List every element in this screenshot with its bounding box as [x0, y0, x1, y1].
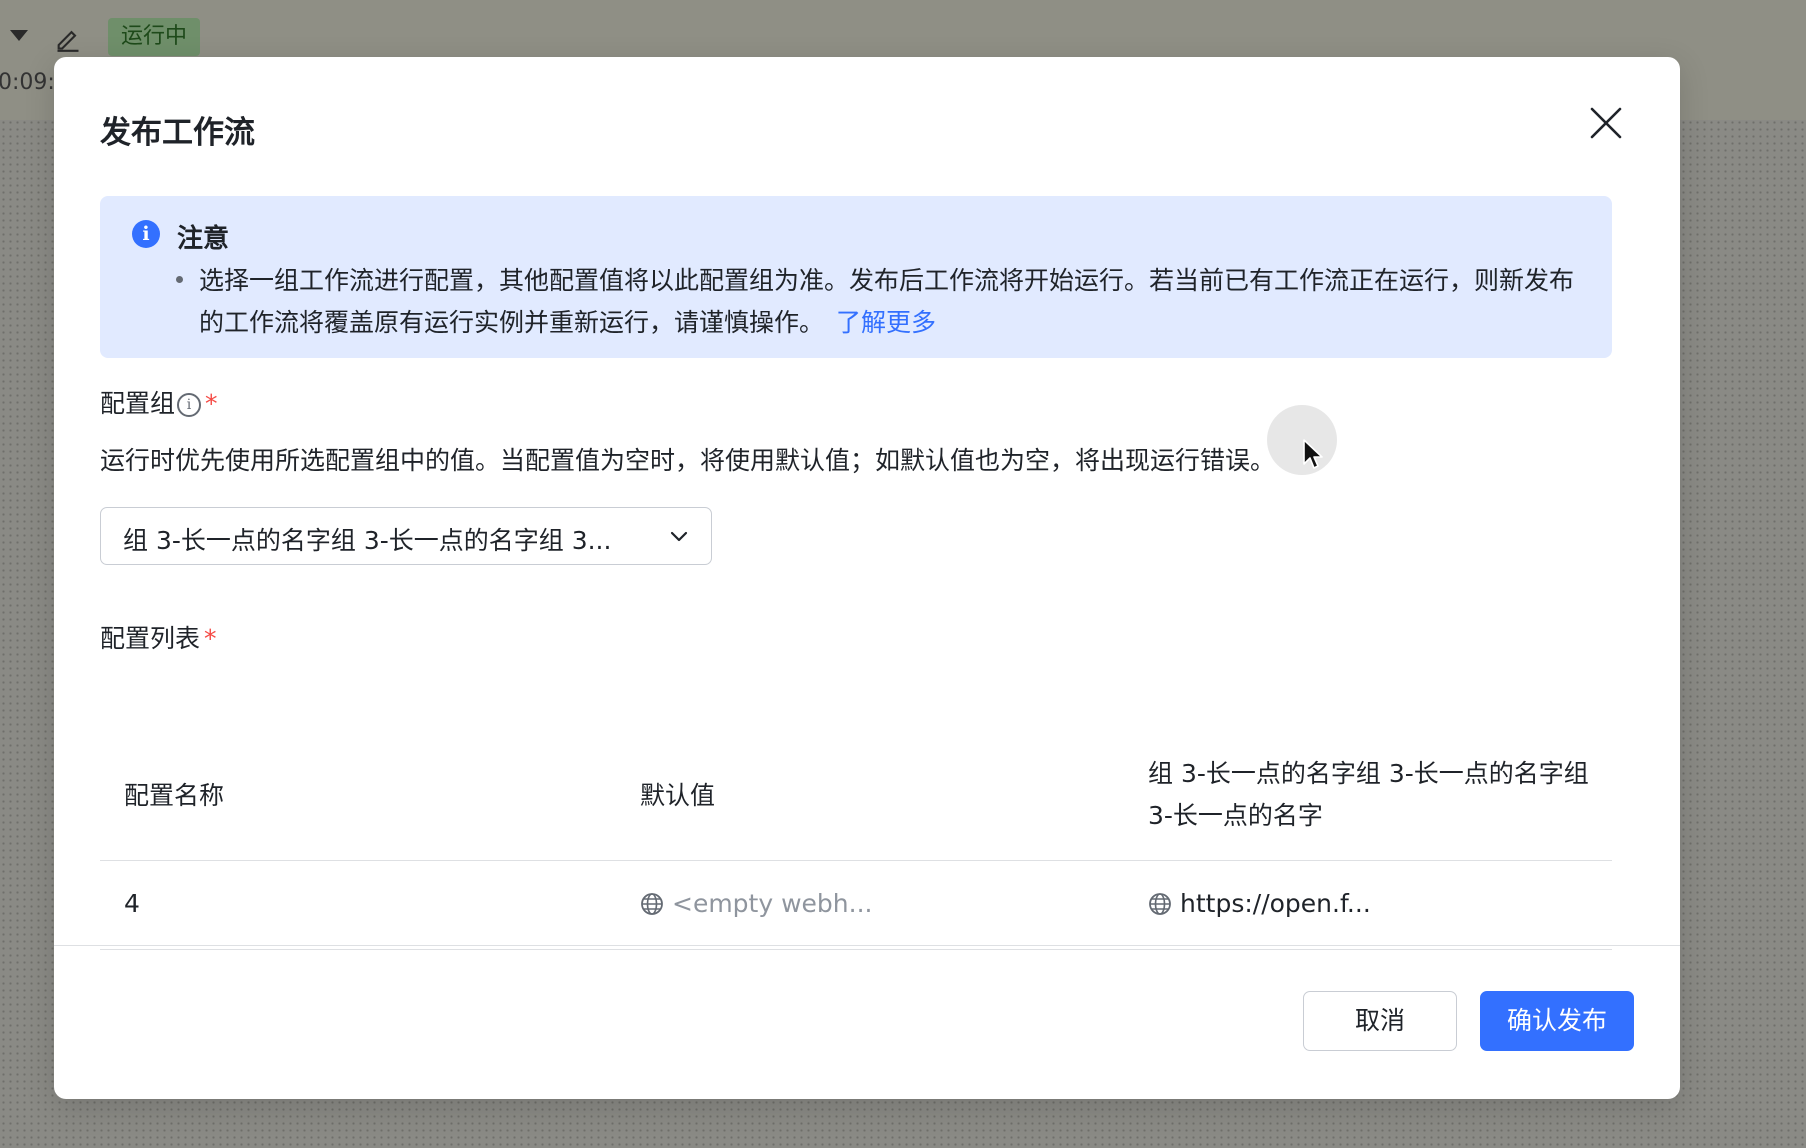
config-group-label-text: 配置组: [100, 389, 176, 418]
config-group-description: 运行时优先使用所选配置组中的值。当配置值为空时，将使用默认值；如默认值也为空，将…: [100, 446, 1276, 475]
notice-banner: i 注意 选择一组工作流进行配置，其他配置值将以此配置组为准。发布后工作流将开始…: [100, 196, 1612, 358]
column-header-group: 组 3-长一点的名字组 3-长一点的名字组 3-长一点的名字: [1148, 759, 1589, 830]
required-mark: *: [204, 624, 217, 653]
notice-title: 注意: [177, 224, 230, 254]
info-icon: i: [132, 220, 160, 248]
confirm-publish-button[interactable]: 确认发布: [1480, 991, 1634, 1051]
caret-down-icon: [10, 30, 28, 41]
cell-default-value[interactable]: <empty webh...: [640, 883, 872, 925]
selected-config-group: 组 3-长一点的名字组 3-长一点的名字组 3...: [123, 526, 612, 555]
globe-icon: [641, 893, 663, 915]
notice-text: 选择一组工作流进行配置，其他配置值将以此配置组为准。发布后工作流将开始运行。若当…: [199, 260, 1589, 344]
config-list-label: 配置列表 *: [100, 619, 217, 655]
learn-more-link[interactable]: 了解更多: [836, 308, 936, 337]
time-text: 0:09:: [0, 70, 55, 95]
config-group-select[interactable]: 组 3-长一点的名字组 3-长一点的名字组 3...: [100, 507, 712, 565]
publish-workflow-dialog: 发布工作流 i 注意 选择一组工作流进行配置，其他配置值将以此配置组为准。发布后…: [54, 57, 1680, 1099]
footer-divider: [54, 945, 1680, 946]
globe-icon: [1149, 893, 1171, 915]
cancel-button[interactable]: 取消: [1303, 991, 1457, 1051]
bullet-dot: [176, 276, 183, 283]
mouse-cursor-icon: [1303, 439, 1323, 469]
group-value-text: https://open.f...: [1180, 889, 1371, 918]
default-value-text: <empty webh...: [672, 889, 873, 918]
close-icon[interactable]: [1588, 105, 1624, 141]
config-table: 配置名称 默认值 组 3-长一点的名字组 3-长一点的名字组 3-长一点的名字 …: [100, 733, 1612, 950]
config-group-label: 配置组 i *: [100, 384, 218, 420]
required-mark: *: [205, 389, 218, 418]
dialog-title: 发布工作流: [100, 115, 255, 151]
edit-pencil-icon: [57, 30, 79, 52]
chevron-down-icon: [670, 531, 688, 542]
column-header-name: 配置名称: [124, 781, 225, 810]
status-badge: 运行中: [108, 18, 200, 56]
cell-group-value[interactable]: https://open.f...: [1148, 883, 1371, 925]
column-header-default: 默认值: [640, 781, 716, 810]
info-circle-icon[interactable]: i: [177, 393, 202, 417]
table-row: 4 <empty webh... https://open.f...: [100, 861, 1612, 950]
table-header: 配置名称 默认值 组 3-长一点的名字组 3-长一点的名字组 3-长一点的名字: [100, 733, 1612, 861]
config-list-label-text: 配置列表: [100, 624, 201, 653]
cell-config-name: 4: [124, 889, 140, 918]
